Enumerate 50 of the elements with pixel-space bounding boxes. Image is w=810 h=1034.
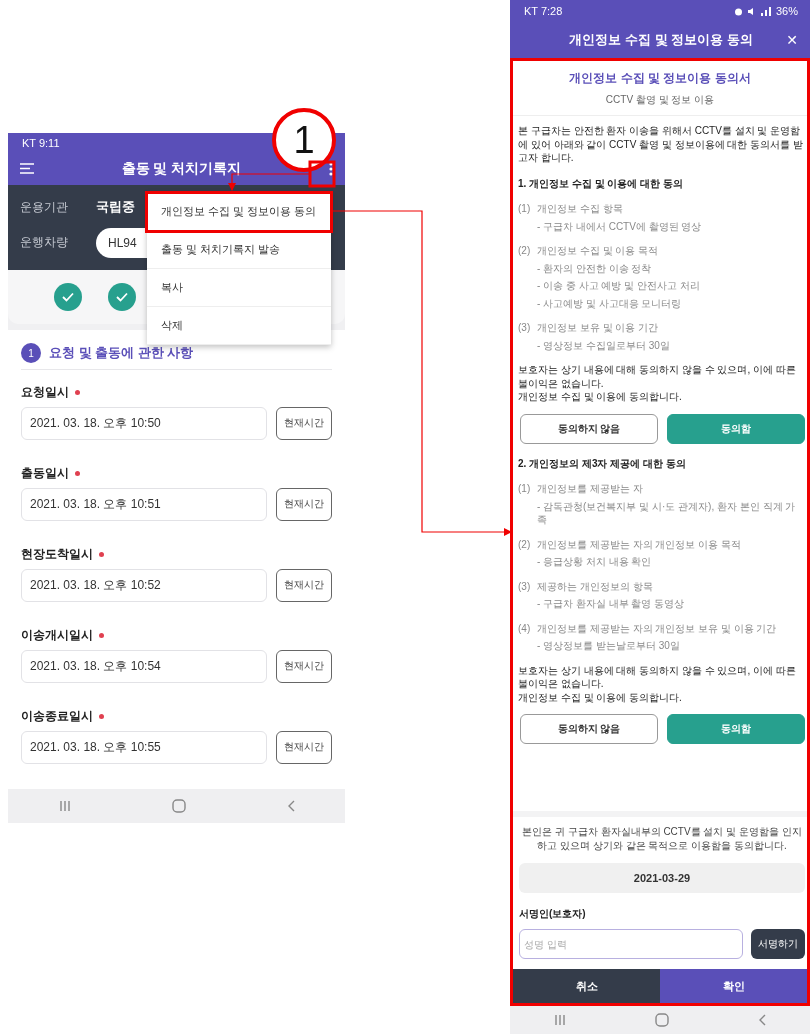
section-title: 요청 및 출동에 관한 사항 [49,344,194,363]
item-detail: - 구급차 환자실 내부 촬영 동영상 [537,597,686,611]
item-number: (2) [518,244,532,258]
info-label: 운행차량 [20,234,69,252]
status-text: KT 7:28 [524,5,563,17]
field-label: 요청일시 [21,383,332,401]
item-detail: - 이송 중 사고 예방 및 안전사고 처리 [537,279,701,293]
screen-title: 출동 및 처치기록지 [121,159,242,178]
consent-text: 개인정보 수집 및 이용에 동의합니다. [518,390,683,404]
field-label: 이송종료일시 [21,707,332,725]
consent-text: 개인정보 수집 및 이용에 동의합니다. [518,690,683,704]
section-heading: 2. 개인정보의 제3자 제공에 대한 동의 [518,456,687,470]
item-detail: - 구급차 내에서 CCTV에 촬영된 영상 [537,219,703,233]
item-detail: - 감독관청(보건복지부 및 시·도 관계자), 환자 본인 직계 가족 [537,499,797,527]
dialog-title: 개인정보 수집 및 정보이용 동의 [569,31,753,49]
statement-text: 본인은 귀 구급차 환자실내부의 CCTV를 설치 및 운영함을 인지하고 있으며 상기와 같은 목적으로 이용함을 동의합니다. [521,825,803,853]
step-callout: 1 [272,108,336,172]
status-text: KT 9:11 [22,136,60,149]
item-detail: - 영상정보 수집일로부터 30일 [537,338,671,352]
signer-label: 서명인(보호자) [519,907,587,921]
notice-text: 보호자는 상기 내용에 대해 동의하지 않을 수 있으며, 이에 따른 불이익은 없습니다. [518,663,797,691]
item-title: 개인정보 수집 항목 [537,202,624,216]
document-subtitle: CCTV 촬영 및 정보 이용 [605,93,715,107]
item-number: (1) [518,202,532,216]
item-title: 개인정보 보유 및 이용 기간 [537,321,660,335]
document-title: 개인정보 수집 및 정보이용 동의서 [569,70,751,87]
item-title: 개인정보를 제공받는 자 [537,482,644,496]
item-title: 개인정보를 제공받는 자의 개인정보 보유 및 이용 기간 [537,621,778,635]
field-label: 출동일시 [21,464,332,482]
item-title: 개인정보를 제공받는 자의 개인정보 이용 목적 [537,537,742,551]
item-number: (3) [518,321,532,335]
info-label: 운용기관 [20,198,69,216]
battery-text: 36% [775,5,798,17]
item-title: 개인정보 수집 및 이용 목적 [537,244,660,258]
notice-text: 보호자는 상기 내용에 대해 동의하지 않을 수 있으며, 이에 따른 불이익은 없습니다. [518,363,797,390]
intro-text: 본 구급차는 안전한 환자 이송을 위해서 CCTV를 설치 및 운영함에 있어 아래와 같이 CCTV 촬영 및 정보이용에 대한 동의서를 받고자 합니다. [518,124,804,165]
section-number: 1 [21,343,41,364]
item-number: (4) [518,621,532,635]
item-number: (1) [518,482,532,496]
field-label: 이송개시일시 [21,626,332,644]
item-title: 제공하는 개인정보의 항목 [537,579,654,593]
info-value: 국립중 [96,198,135,217]
item-number: (3) [518,579,532,593]
section-heading: 1. 개인정보 수집 및 이용에 대한 동의 [518,176,684,190]
item-detail: - 사고예방 및 사고대응 모니터링 [537,296,683,310]
item-number: (2) [518,537,532,551]
item-detail: - 영상정보를 받는날로부터 30일 [537,639,681,653]
item-detail: - 환자의 안전한 이송 정착 [537,261,653,275]
item-detail: - 응급상황 처치 내용 확인 [537,555,653,569]
field-label: 현장도착일시 [21,545,332,563]
